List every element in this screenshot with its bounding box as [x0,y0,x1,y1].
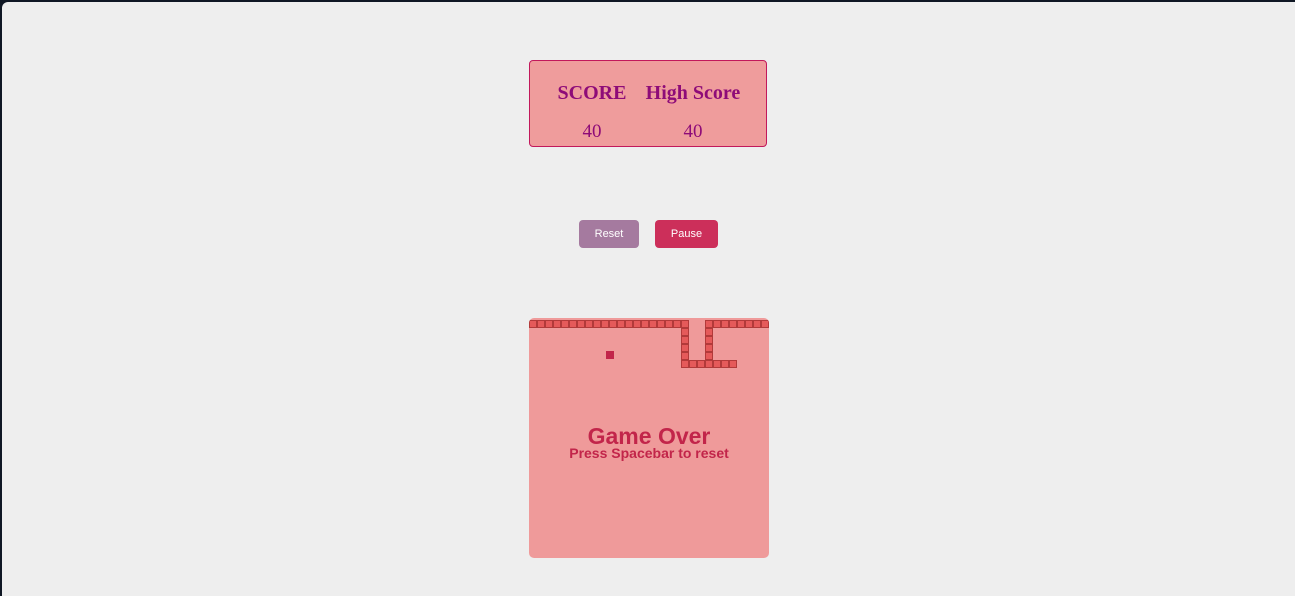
snake-segment [737,320,745,328]
snake-segment [705,320,713,328]
snake-segment [745,320,753,328]
snake-segment [721,320,729,328]
snake-segment [633,320,641,328]
snake-segment [705,352,713,360]
reset-button[interactable]: Reset [579,220,639,248]
snake-segment [729,320,737,328]
snake-segment [705,360,713,368]
snake-segment [561,320,569,328]
snake-segment [569,320,577,328]
snake-segment [713,320,721,328]
snake-segment [681,352,689,360]
pause-button[interactable]: Pause [655,220,718,248]
score-value: 40 [582,121,602,142]
snake-segment [617,320,625,328]
snake-segment [553,320,561,328]
snake-segment [545,320,553,328]
snake-segment [577,320,585,328]
snake-segment [641,320,649,328]
snake-segment [705,336,713,344]
snake-segment [753,320,761,328]
snake-segment [649,320,657,328]
snake-segment [585,320,593,328]
snake-segment [681,336,689,344]
snake-segment [705,328,713,336]
high-score-value: 40 [683,121,703,142]
snake-segment [681,320,689,328]
snake-segment [657,320,665,328]
snake-segment [681,344,689,352]
snake-segment [681,328,689,336]
snake-segment [681,360,689,368]
snake-segment [689,360,697,368]
snake-segment [673,320,681,328]
snake-segment [601,320,609,328]
snake-segment [761,320,769,328]
reset-hint: Press Spacebar to reset [569,445,729,461]
snake-segment [721,360,729,368]
snake-segment [713,360,721,368]
snake-segment [593,320,601,328]
snake-segment [529,320,537,328]
scoreboard: SCORE 40 High Score 40 [529,60,767,147]
snake-segment [625,320,633,328]
snake-segment [609,320,617,328]
snake-segment [537,320,545,328]
game-board[interactable]: Game Over Press Spacebar to reset [529,318,769,558]
snake-segment [665,320,673,328]
score-label: SCORE [557,82,627,104]
snake-segment [697,360,705,368]
snake-segment [705,344,713,352]
food-pellet [606,351,614,359]
snake-segment [729,360,737,368]
high-score-label: High Score [645,82,741,104]
